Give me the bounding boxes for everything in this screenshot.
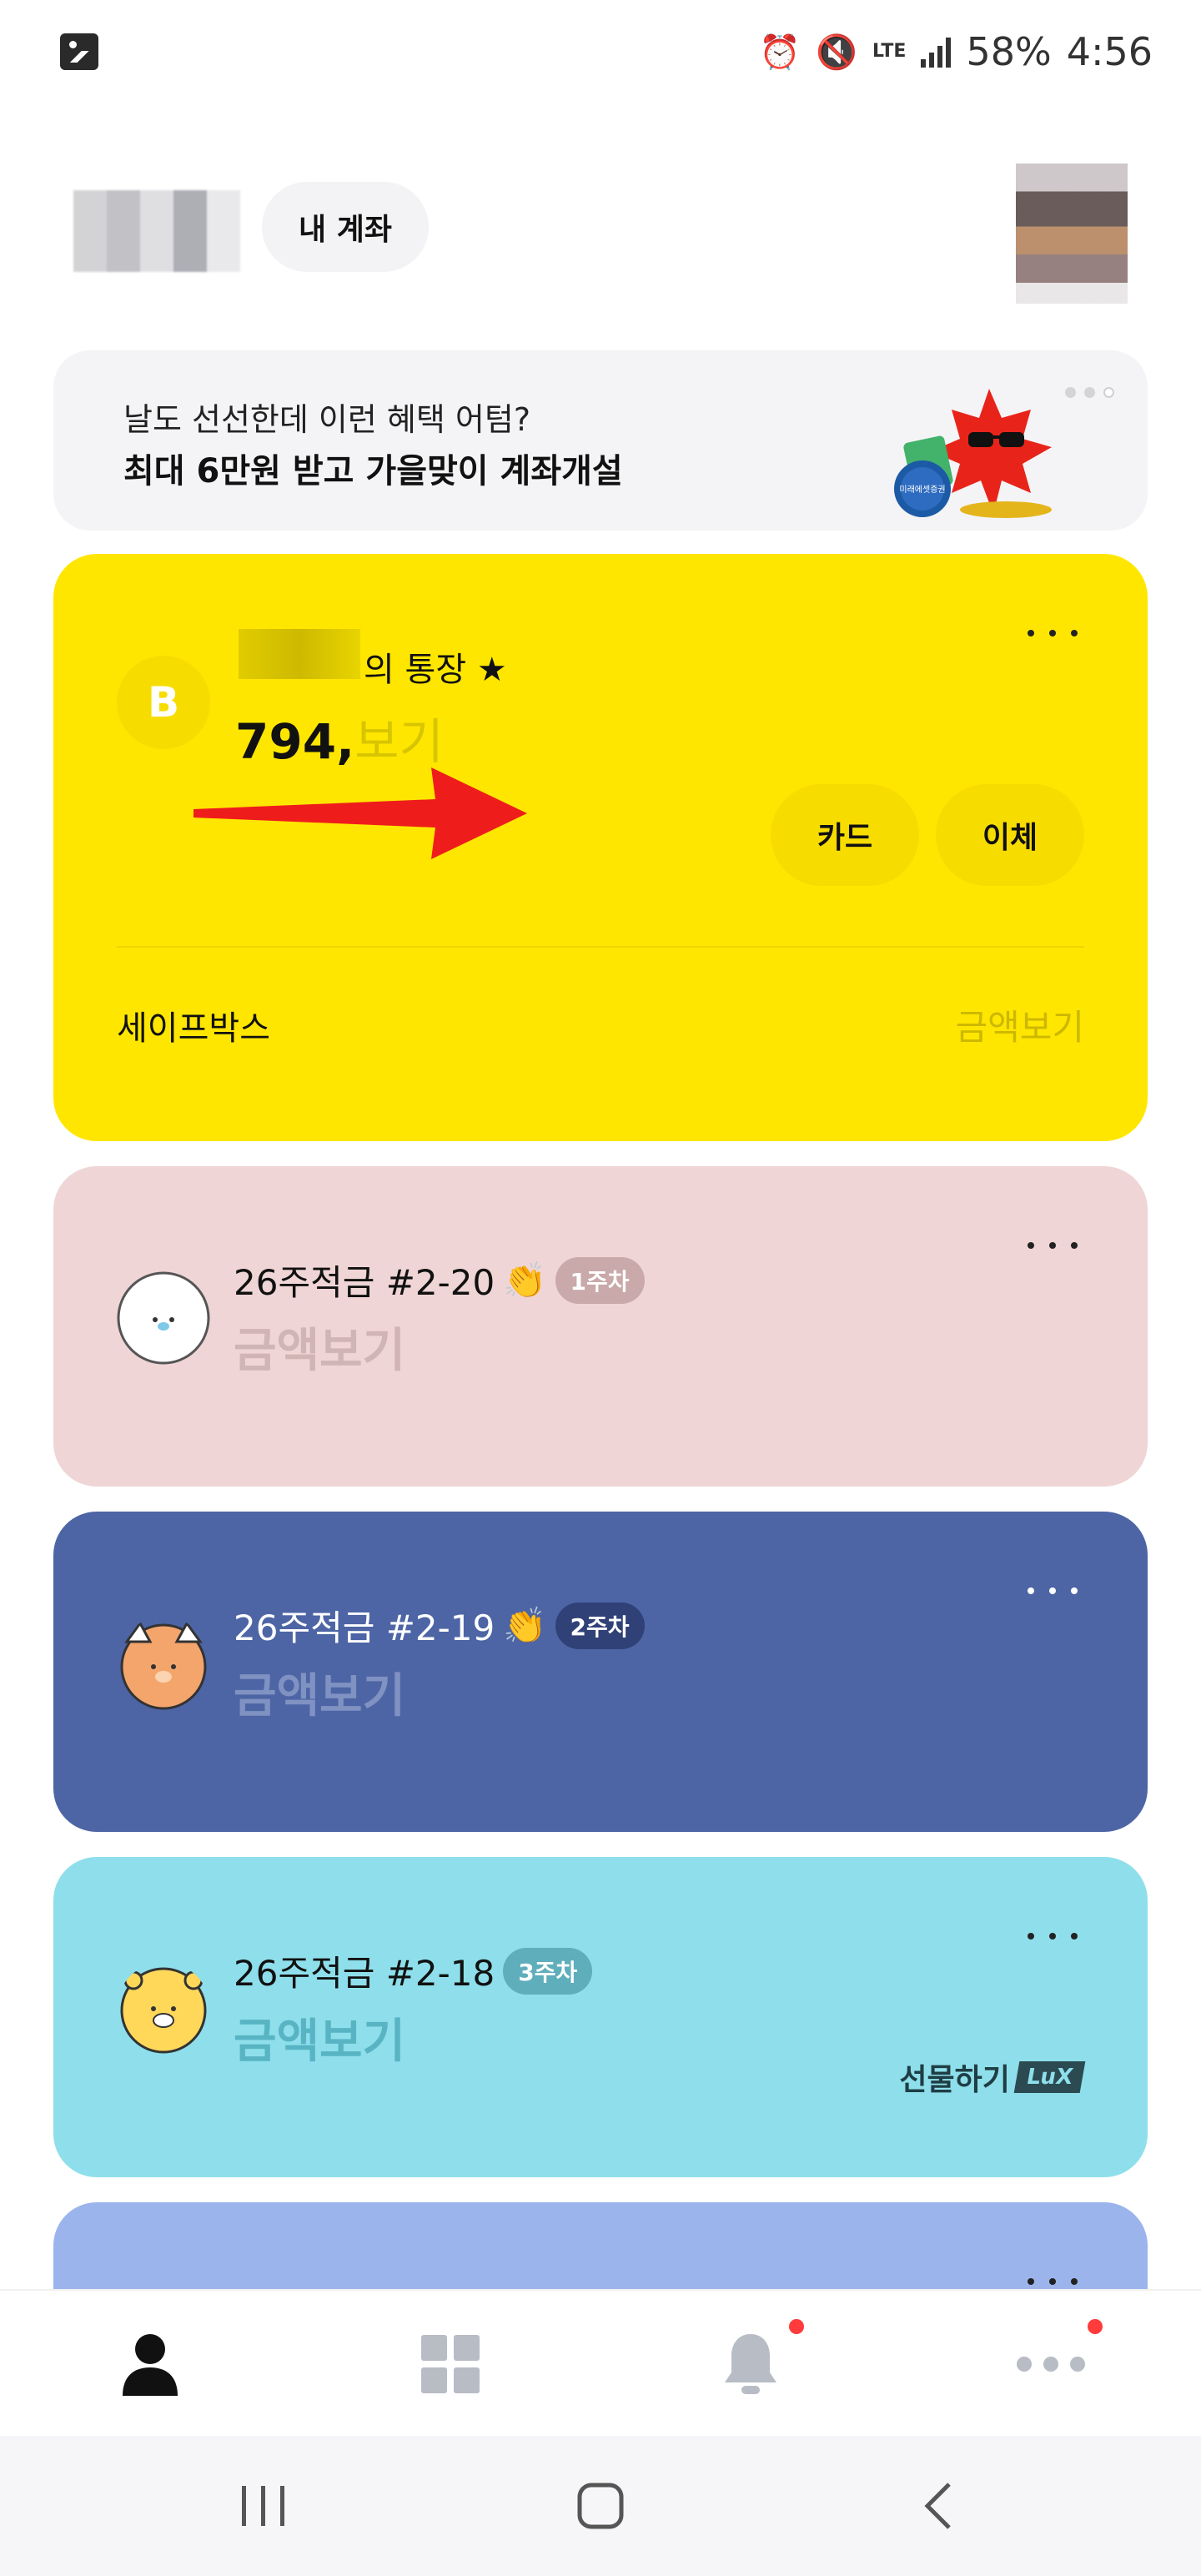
mute-icon: 🔇 xyxy=(816,33,858,72)
clap-icon: 👏 xyxy=(503,1259,547,1301)
more-options-icon[interactable] xyxy=(1028,1240,1078,1251)
more-options-icon[interactable] xyxy=(1028,2276,1078,2287)
tab-notifications[interactable] xyxy=(600,2291,901,2438)
week-badge: 3주차 xyxy=(503,1947,593,1995)
account-balance[interactable]: 794,보기 xyxy=(235,702,444,772)
clock: 4:56 xyxy=(1066,29,1153,74)
tab-services[interactable] xyxy=(300,2291,600,2438)
account-owner-blurred xyxy=(239,629,360,679)
more-options-icon[interactable] xyxy=(1028,627,1078,639)
carousel-indicator xyxy=(1065,387,1114,398)
lte-icon: LTE xyxy=(872,41,907,62)
home-button[interactable] xyxy=(517,2436,684,2576)
lux-tag: LuX xyxy=(1013,2061,1086,2093)
recent-apps-button[interactable] xyxy=(180,2436,347,2576)
notification-dot xyxy=(789,2319,804,2334)
clap-icon: 👏 xyxy=(503,1604,547,1646)
tab-my[interactable] xyxy=(0,2291,300,2438)
divider xyxy=(117,946,1084,948)
status-bar: ⏰ 🔇 LTE 58% 4:56 xyxy=(0,0,1201,103)
savings-title: 26주적금 #2-18 3주차 xyxy=(234,1945,593,1996)
back-icon xyxy=(924,2483,951,2529)
star-icon[interactable]: ★ xyxy=(477,651,507,689)
savings-title: 26주적금 #2-20 👏 1주차 xyxy=(234,1255,645,1306)
lion-character-icon xyxy=(120,1967,207,2054)
signal-icon xyxy=(921,36,952,68)
promo-banner[interactable]: 날도 선선한데 이런 혜택 어텀? 최대 6만원 받고 가을맞이 계좌개설 미래… xyxy=(53,350,1148,531)
more-options-icon[interactable] xyxy=(1028,1930,1078,1942)
account-name[interactable]: 의 통장 ★ xyxy=(364,642,507,691)
seal-character-icon xyxy=(117,1271,210,1365)
status-icons: ⏰ 🔇 LTE 58% 4:56 xyxy=(759,25,1153,78)
system-navigation-bar xyxy=(0,2436,1201,2576)
savings-card[interactable]: 26주적금 #2-19 👏 2주차 금액보기 xyxy=(53,1512,1148,1832)
card-button[interactable]: 카드 xyxy=(771,784,919,886)
notification-dot xyxy=(1088,2319,1103,2334)
promo-art-label: 미래에셋증권 xyxy=(899,485,945,495)
alarm-icon: ⏰ xyxy=(759,33,802,72)
grid-icon xyxy=(421,2335,480,2393)
avatar[interactable] xyxy=(1016,164,1128,304)
more-options-icon[interactable] xyxy=(1028,1585,1078,1597)
safebox-label[interactable]: 세이프박스 xyxy=(117,1001,270,1049)
amount-toggle[interactable]: 금액보기 xyxy=(234,1658,405,1726)
battery-percent: 58% xyxy=(966,29,1052,74)
tiger-character-icon xyxy=(120,1621,207,1710)
bell-icon xyxy=(725,2334,776,2394)
bank-logo-icon: B xyxy=(117,656,210,749)
savings-title: 26주적금 #2-19 👏 2주차 xyxy=(234,1600,645,1651)
savings-card[interactable]: 26주적금 #2-20 👏 1주차 금액보기 xyxy=(53,1166,1148,1487)
amount-toggle[interactable]: 금액보기 xyxy=(234,1313,405,1381)
week-badge: 2주차 xyxy=(555,1602,645,1649)
tab-more[interactable] xyxy=(901,2291,1201,2438)
bottom-tab-bar xyxy=(0,2289,1201,2436)
back-button[interactable] xyxy=(854,2436,1021,2576)
home-icon xyxy=(577,2483,624,2529)
recent-apps-icon xyxy=(242,2486,284,2526)
gift-button[interactable]: 선물하기 LuX xyxy=(899,2055,1086,2099)
safebox-amount-toggle[interactable]: 금액보기 xyxy=(955,999,1084,1050)
red-arrow-annotation xyxy=(193,767,527,859)
person-icon xyxy=(123,2334,178,2396)
gallery-icon xyxy=(60,33,98,70)
my-account-button[interactable]: 내 계좌 xyxy=(262,182,429,272)
profile-name-blurred[interactable] xyxy=(73,190,240,272)
week-badge: 1주차 xyxy=(555,1256,645,1304)
transfer-button[interactable]: 이체 xyxy=(936,784,1084,886)
maple-leaf-illustration: 미래에셋증권 xyxy=(894,389,1052,518)
more-horizontal-icon xyxy=(1017,2357,1085,2372)
promo-subtitle: 날도 선선한데 이런 혜택 어텀? xyxy=(123,401,531,438)
promo-title: 최대 6만원 받고 가을맞이 계좌개설 xyxy=(123,452,623,491)
savings-card[interactable]: 26주적금 #2-18 3주차 금액보기 선물하기 LuX xyxy=(53,1857,1148,2177)
main-account-card[interactable]: B 의 통장 ★ 794,보기 카드 이체 세이프박스 금액보기 xyxy=(53,554,1148,1141)
amount-toggle[interactable]: 금액보기 xyxy=(234,2004,405,2071)
